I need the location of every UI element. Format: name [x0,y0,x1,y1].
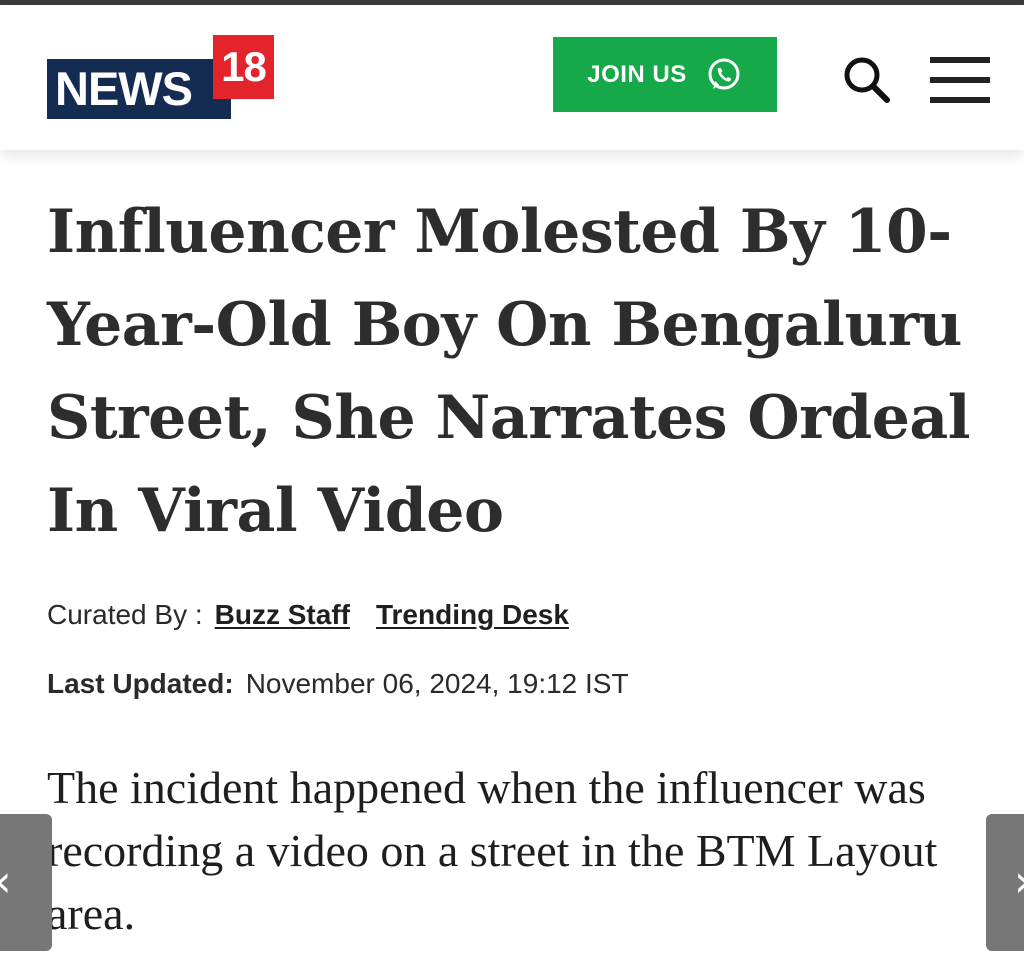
previous-article-button[interactable]: ‹ [0,814,52,951]
menu-button[interactable] [930,57,992,103]
byline: Curated By : Buzz Staff Trending Desk [47,597,569,633]
news18-logo[interactable]: NEWS 18 [47,33,277,121]
logo-number: 18 [213,35,274,99]
hamburger-menu-icon-line [930,77,990,83]
byline-label: Curated By : [47,599,203,630]
last-updated-label: Last Updated: [47,668,234,699]
join-us-label: JOIN US [587,60,687,88]
last-updated: Last Updated: November 06, 2024, 19:12 IS… [47,668,629,704]
article-summary: The incident happened when the influence… [47,762,938,939]
whatsapp-icon [708,58,740,89]
site-header: NEWS 18 JOIN US [0,5,1024,150]
article-headline: Influencer Molested By 10-Year-Old Boy O… [47,197,971,546]
logo-word: NEWS [47,59,231,119]
search-button[interactable] [840,53,894,107]
author-link-buzz-staff[interactable]: Buzz Staff [215,599,350,631]
hamburger-menu-icon [930,57,990,63]
next-article-button[interactable]: › [986,814,1024,951]
search-icon [844,57,890,103]
last-updated-value: November 06, 2024, 19:12 IST [245,668,629,699]
author-link-trending-desk[interactable]: Trending Desk [376,599,569,631]
chevron-left-icon: ‹ [0,860,12,904]
hamburger-menu-icon-line [930,97,990,103]
join-us-button[interactable]: JOIN US [553,37,777,112]
chevron-right-icon: › [1014,860,1024,904]
